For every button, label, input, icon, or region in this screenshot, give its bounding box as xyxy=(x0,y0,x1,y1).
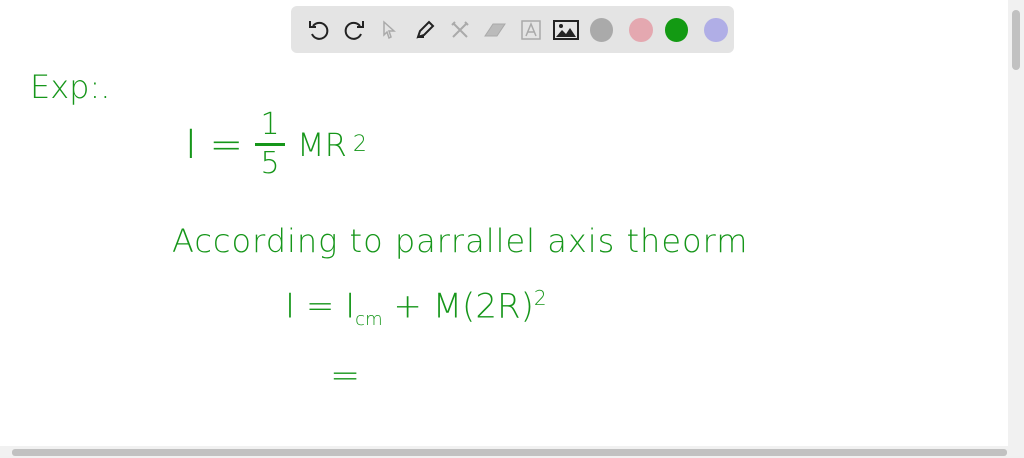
eq1-exponent: 2 xyxy=(352,132,367,157)
color-green-swatch[interactable] xyxy=(664,17,689,42)
select-icon[interactable] xyxy=(372,12,407,48)
text-icon[interactable] xyxy=(513,12,548,48)
handwritten-equation-1: I = 15 MR 2 xyxy=(185,110,367,179)
fraction: 15 xyxy=(255,107,286,181)
redo-icon[interactable] xyxy=(336,12,371,48)
denominator: 5 xyxy=(260,146,280,181)
color-gray-swatch[interactable] xyxy=(589,17,614,42)
vertical-scrollbar[interactable] xyxy=(1008,0,1024,446)
eq1-rhs: MR xyxy=(297,125,347,164)
vertical-scroll-thumb[interactable] xyxy=(1012,10,1020,70)
tools-icon[interactable] xyxy=(442,12,477,48)
eq2-exponent: 2 xyxy=(533,286,547,310)
drawing-toolbar xyxy=(291,6,734,53)
image-icon[interactable] xyxy=(548,12,583,48)
color-pink-swatch[interactable] xyxy=(629,17,653,42)
horizontal-scroll-thumb[interactable] xyxy=(12,449,1007,456)
eq2-subscript: cm xyxy=(355,309,383,331)
handwritten-equation-2: I = Icm + M(2R)2 xyxy=(285,286,547,330)
undo-icon[interactable] xyxy=(301,12,336,48)
handwritten-exp: Exp:. xyxy=(30,68,111,106)
eq1-lhs: I = xyxy=(185,121,244,168)
eq2-rest: + M(2R) xyxy=(393,286,534,327)
pen-icon[interactable] xyxy=(407,12,442,48)
numerator: 1 xyxy=(260,107,280,142)
handwritten-equals: = xyxy=(330,355,361,396)
handwritten-theorem-line: According to parrallel axis theorm xyxy=(172,222,749,260)
eraser-icon[interactable] xyxy=(478,12,513,48)
color-lavender-swatch[interactable] xyxy=(704,17,728,42)
horizontal-scrollbar[interactable] xyxy=(0,446,1024,458)
eq2-main: I = I xyxy=(285,286,356,327)
